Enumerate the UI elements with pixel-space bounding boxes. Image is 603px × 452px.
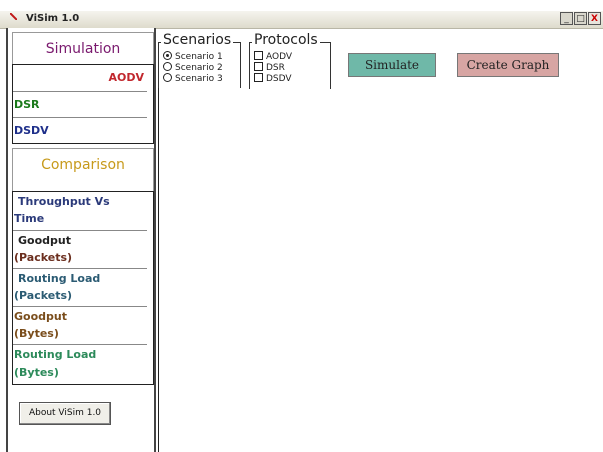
- checkbox-icon: [254, 62, 263, 71]
- simulate-button[interactable]: Simulate: [348, 53, 436, 77]
- comparison-list: Throughput Vs Time Goodput (Packets) Rou…: [12, 191, 154, 385]
- simulation-list: AODV DSR DSDV: [12, 64, 154, 144]
- about-button[interactable]: About ViSim 1.0: [19, 402, 111, 425]
- app-window: ViSim 1.0 _ □ X Simulation AODV DSR DSDV…: [0, 0, 603, 452]
- scenarios-group: Scenarios Scenario 1 Scenario 2 Scenario…: [158, 33, 241, 89]
- graph-area: [159, 89, 603, 452]
- comparison-header: Comparison: [12, 148, 154, 192]
- protocols-title: Protocols: [252, 32, 320, 48]
- maximize-icon[interactable]: □: [574, 12, 587, 25]
- sim-item-dsr[interactable]: DSR: [13, 91, 147, 117]
- checkbox-icon: [254, 51, 263, 60]
- cmp-item-line2: (Packets): [14, 289, 73, 302]
- cmp-item-routing-load-bytes[interactable]: Routing Load (Bytes): [13, 344, 147, 384]
- cmp-item-line2: (Bytes): [14, 327, 59, 340]
- protocol-aodv-checkbox[interactable]: AODV: [254, 51, 293, 62]
- close-icon[interactable]: X: [588, 12, 601, 25]
- cmp-item-goodput-packets[interactable]: Goodput (Packets): [13, 230, 147, 268]
- cmp-item-routing-load-packets[interactable]: Routing Load (Packets): [13, 268, 147, 306]
- checkbox-icon: [254, 73, 263, 82]
- cmp-item-throughput-time[interactable]: Throughput Vs Time: [13, 192, 147, 230]
- cmp-item-line1: Routing Load: [14, 348, 97, 361]
- scenarios-divider: [240, 42, 241, 88]
- sim-item-dsdv[interactable]: DSDV: [13, 117, 147, 143]
- radio-selected-icon: [163, 51, 172, 60]
- sim-item-aodv[interactable]: AODV: [13, 65, 147, 91]
- protocol-dsdv-checkbox[interactable]: DSDV: [254, 73, 292, 84]
- cmp-item-line1: Goodput: [18, 234, 71, 247]
- window-title: ViSim 1.0: [26, 13, 80, 24]
- create-graph-button[interactable]: Create Graph: [457, 53, 559, 77]
- cmp-item-line2: (Bytes): [14, 366, 59, 379]
- cmp-item-goodput-bytes[interactable]: Goodput (Bytes): [13, 306, 147, 344]
- scenario-3-label: Scenario 3: [175, 74, 223, 84]
- scenario-2-radio[interactable]: Scenario 2: [163, 62, 223, 73]
- simulation-header: Simulation: [12, 32, 154, 65]
- cmp-item-line1: Routing Load: [18, 272, 101, 285]
- scenario-2-label: Scenario 2: [175, 63, 223, 73]
- left-panel: Simulation AODV DSR DSDV Comparison Thro…: [6, 28, 156, 452]
- radio-icon: [163, 62, 172, 71]
- cmp-item-line1: Goodput: [14, 310, 67, 323]
- title-bar: ViSim 1.0 _ □ X: [0, 11, 603, 29]
- scenario-1-radio[interactable]: Scenario 1: [163, 51, 223, 62]
- scenarios-title: Scenarios: [161, 32, 234, 48]
- minimize-icon[interactable]: _: [560, 12, 573, 25]
- protocols-group: Protocols AODV DSR DSDV: [249, 33, 331, 89]
- protocol-aodv-label: AODV: [266, 52, 293, 62]
- radio-icon: [163, 73, 172, 82]
- protocol-dsdv-label: DSDV: [266, 74, 292, 84]
- app-icon: [10, 13, 17, 20]
- cmp-item-line1: Throughput Vs: [18, 195, 110, 208]
- scenario-1-label: Scenario 1: [175, 52, 223, 62]
- scenario-3-radio[interactable]: Scenario 3: [163, 73, 223, 84]
- protocol-dsr-checkbox[interactable]: DSR: [254, 62, 285, 73]
- protocol-dsr-label: DSR: [266, 63, 285, 73]
- cmp-item-line2: (Packets): [14, 251, 73, 264]
- cmp-item-line2: Time: [14, 212, 45, 225]
- simulation-heading: Simulation: [45, 41, 121, 57]
- comparison-heading: Comparison: [41, 157, 125, 173]
